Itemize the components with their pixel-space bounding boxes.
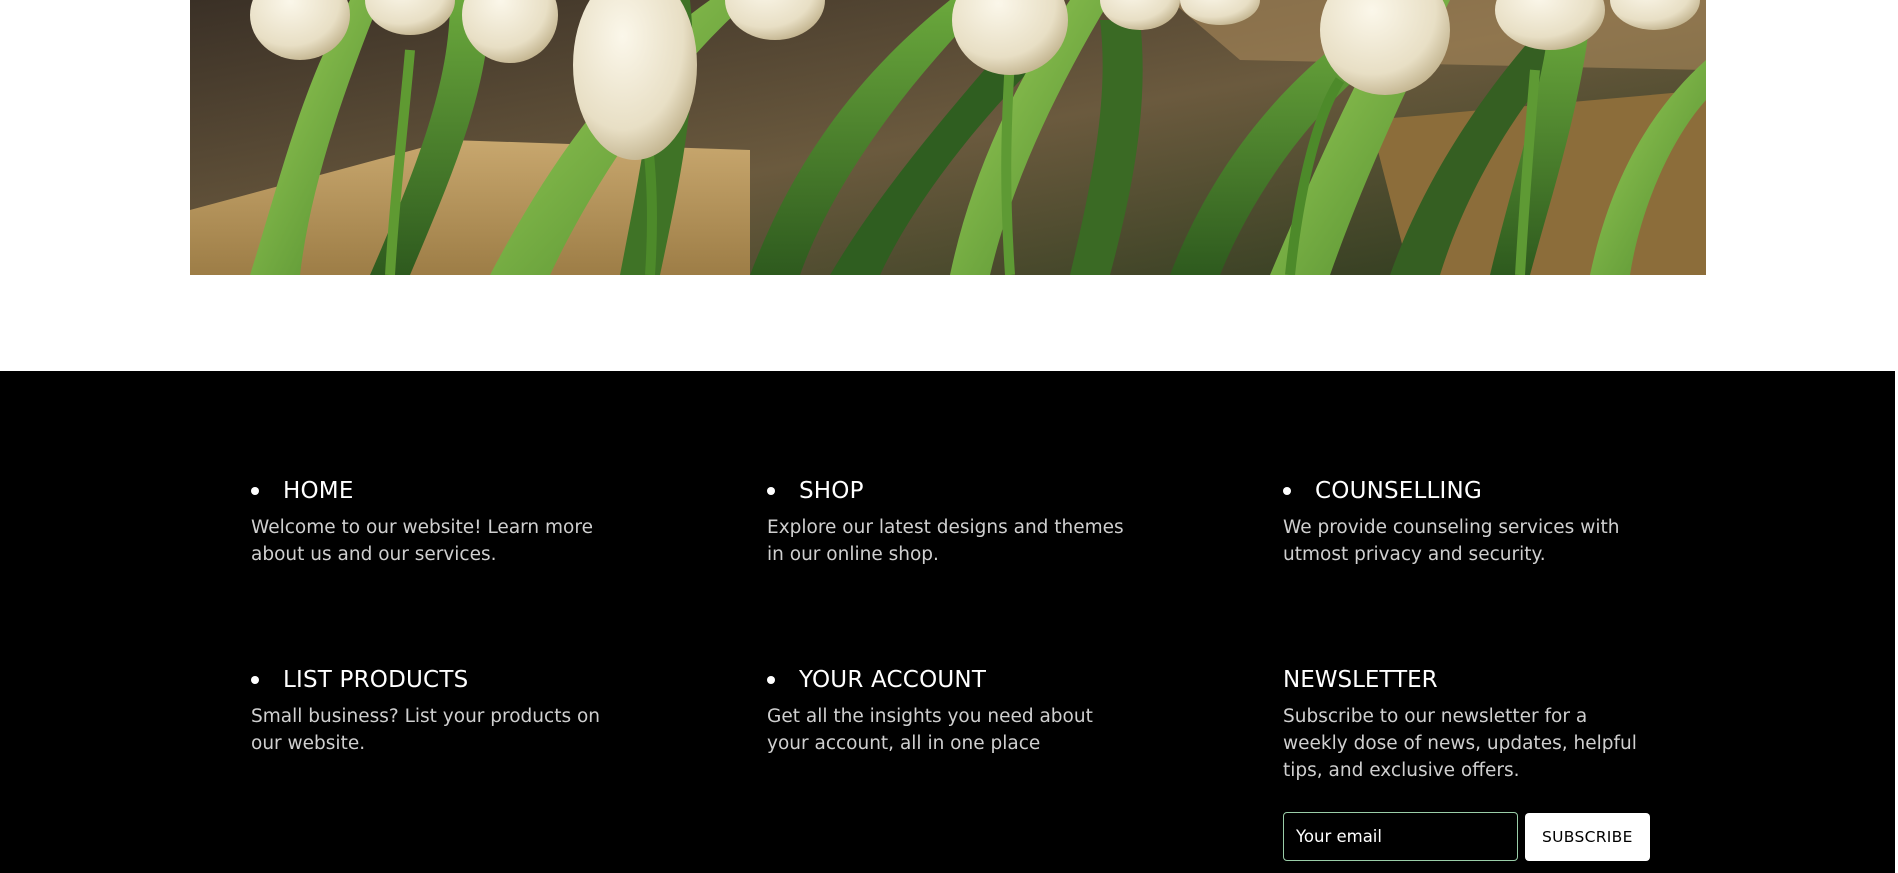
footer-link-shop-label[interactable]: SHOP [799,478,864,504]
footer-link-counselling-heading[interactable]: COUNSELLING [1283,474,1663,508]
footer-link-shop-heading[interactable]: SHOP [767,474,1147,508]
bullet-icon [767,487,775,495]
footer-link-shop[interactable]: SHOP Explore our latest designs and them… [767,474,1147,568]
footer-link-your-account-label[interactable]: YOUR ACCOUNT [799,667,986,693]
footer-link-home-heading[interactable]: HOME [251,474,631,508]
footer-link-list-products[interactable]: LIST PRODUCTS Small business? List your … [251,663,631,757]
newsletter-title: NEWSLETTER [1283,667,1438,693]
footer-link-home-label[interactable]: HOME [283,478,354,504]
tulips-image [190,0,1706,275]
footer-link-list-products-label[interactable]: LIST PRODUCTS [283,667,468,693]
bullet-icon [1283,487,1291,495]
bullet-icon [251,676,259,684]
newsletter-form: SUBSCRIBE [1283,812,1650,861]
footer-link-list-products-description: Small business? List your products on ou… [251,706,601,754]
footer-link-home[interactable]: HOME Welcome to our website! Learn more … [251,474,631,568]
footer-link-counselling-label[interactable]: COUNSELLING [1315,478,1482,504]
footer-link-your-account-description: Get all the insights you need about your… [767,706,1093,754]
footer-link-shop-description: Explore our latest designs and themes in… [767,517,1124,565]
footer-link-counselling-description: We provide counseling services with utmo… [1283,517,1620,565]
footer-link-your-account[interactable]: YOUR ACCOUNT Get all the insights you ne… [767,663,1147,757]
subscribe-button[interactable]: SUBSCRIBE [1525,812,1650,861]
newsletter-section: NEWSLETTER Subscribe to our newsletter f… [1283,663,1663,784]
hero-image [190,0,1706,275]
bullet-icon [251,487,259,495]
bullet-icon [767,676,775,684]
footer-link-list-products-heading[interactable]: LIST PRODUCTS [251,663,631,697]
footer-link-your-account-heading[interactable]: YOUR ACCOUNT [767,663,1147,697]
site-footer: HOME Welcome to our website! Learn more … [0,371,1895,873]
footer-link-counselling[interactable]: COUNSELLING We provide counseling servic… [1283,474,1663,568]
page: HOME Welcome to our website! Learn more … [0,0,1898,873]
footer-link-home-description: Welcome to our website! Learn more about… [251,517,593,565]
newsletter-email-input[interactable] [1283,812,1518,861]
newsletter-description: Subscribe to our newsletter for a weekly… [1283,706,1637,781]
